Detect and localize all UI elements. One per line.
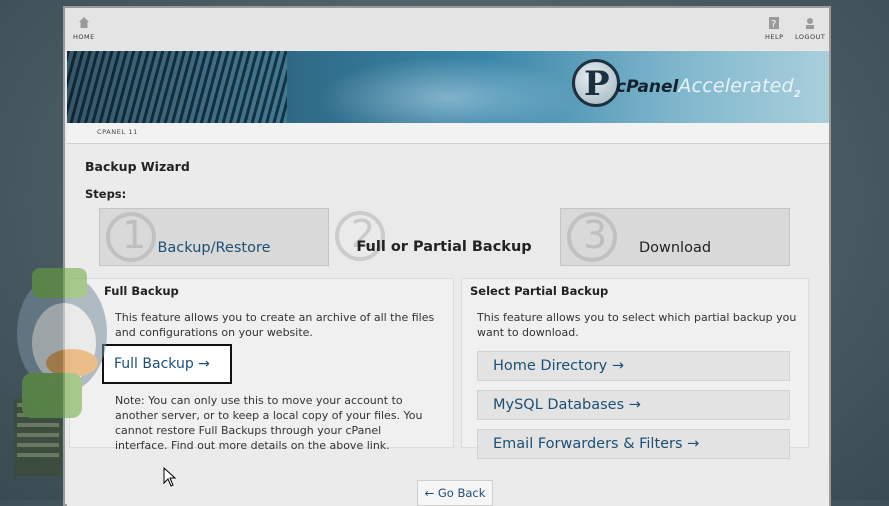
home-link[interactable]: HOME — [73, 16, 95, 41]
partial-backup-panel: Select Partial Backup This feature allow… — [461, 278, 809, 459]
top-toolbar: HOME ? HELP LOGOUT — [65, 8, 829, 50]
help-icon: ? — [769, 17, 780, 30]
home-icon — [78, 17, 89, 28]
step-backup-restore[interactable]: 1 Backup/Restore — [99, 208, 329, 266]
breadcrumb-cpanel[interactable]: CPANEL 11 — [97, 128, 138, 136]
step-download: 3 Download — [560, 208, 790, 266]
logout-link[interactable]: LOGOUT — [795, 16, 825, 41]
steps-label: Steps: — [85, 187, 127, 201]
full-backup-heading: Full Backup — [104, 284, 179, 298]
email-forwarders-filters-link[interactable]: Email Forwarders & Filters → — [477, 429, 790, 459]
full-backup-note: Note: You can only use this to move your… — [115, 394, 423, 452]
mysql-databases-link[interactable]: MySQL Databases → — [477, 390, 790, 420]
full-backup-description: This feature allows you to create an arc… — [115, 311, 435, 339]
mouse-cursor-icon — [163, 467, 177, 487]
step-label: Backup/Restore — [157, 240, 271, 256]
partial-backup-description: This feature allows you to select which … — [477, 311, 797, 339]
step-full-or-partial: 2 Full or Partial Backup — [329, 208, 559, 266]
mascot-watermark — [14, 268, 107, 476]
step-label: Download — [638, 240, 712, 256]
partial-backup-heading: Select Partial Backup — [470, 284, 609, 298]
step-label: Full or Partial Backup — [356, 239, 532, 255]
go-back-button[interactable]: ← Go Back — [417, 480, 493, 506]
cpanel-logo: P cPanelAccelerated2 — [572, 57, 827, 117]
home-directory-link[interactable]: Home Directory → — [477, 351, 790, 381]
logout-label: LOGOUT — [795, 33, 826, 41]
help-label: HELP — [765, 33, 784, 41]
world-map-glow — [317, 56, 577, 123]
home-label: HOME — [73, 33, 95, 41]
network-cables-image — [67, 51, 287, 123]
cpanel-window: HOME ? HELP LOGOUT P cPanelAccelerated2 — [63, 6, 831, 506]
logout-icon — [806, 18, 815, 29]
main-content: Backup Wizard Steps: 1 Backup/Restore 2 … — [67, 144, 829, 506]
svg-text:?: ? — [771, 19, 777, 30]
cpanel-logo-text: cPanelAccelerated2 — [616, 75, 801, 100]
page-title: Backup Wizard — [85, 159, 190, 174]
help-link[interactable]: ? HELP — [765, 16, 784, 41]
full-backup-button[interactable]: Full Backup → — [102, 344, 232, 384]
cpanel-banner: P cPanelAccelerated2 — [67, 51, 829, 123]
breadcrumb: CPANEL 11 — [67, 123, 829, 144]
cpanel-logo-emblem: P — [572, 59, 620, 107]
